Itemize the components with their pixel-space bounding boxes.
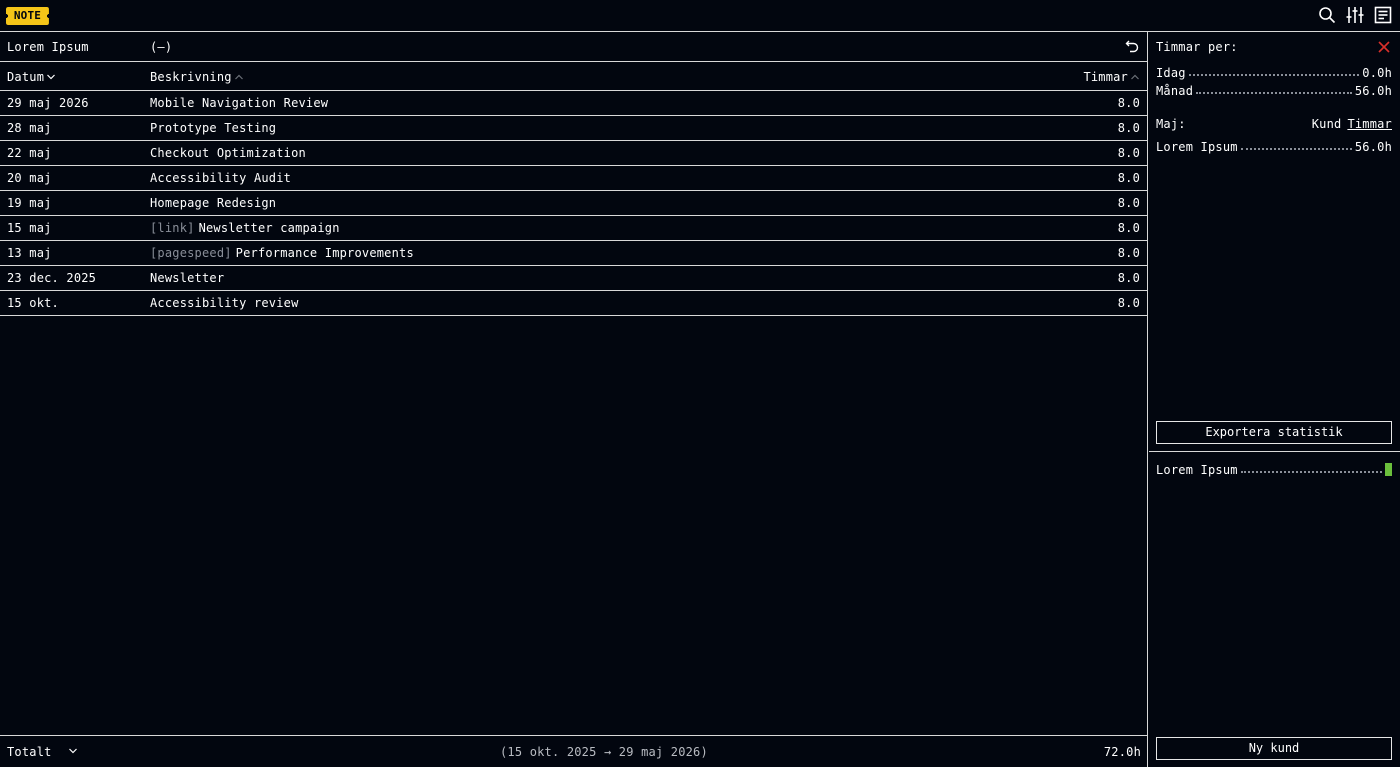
entries-panel: Lorem Ipsum (—) Datum Beskrivning Timmar… <box>0 32 1148 767</box>
table-row[interactable]: 22 maj Checkout Optimization 8.0 <box>0 141 1147 166</box>
entry-description-text: Newsletter <box>150 271 225 285</box>
stats-panel: Timmar per: Idag 0.0h Månad 56.0h Maj: K… <box>1149 32 1400 452</box>
entry-description: [pagespeed] Performance Improvements <box>150 246 414 260</box>
entry-description-text: Accessibility Audit <box>150 171 292 185</box>
top-toolbar <box>1318 6 1392 24</box>
entry-description: Accessibility review <box>150 296 299 310</box>
entry-description: Checkout Optimization <box>150 146 306 160</box>
entry-description: Prototype Testing <box>150 121 276 135</box>
export-stats-button[interactable]: Exportera statistik <box>1156 421 1392 444</box>
top-bar: NOTE <box>0 0 1400 32</box>
entry-description-text: Newsletter campaign <box>198 221 340 235</box>
date-range: (15 okt. 2025 → 29 maj 2026) <box>500 745 708 759</box>
stats-period-label: Maj: <box>1156 117 1186 131</box>
entry-hours: 8.0 <box>1117 96 1140 110</box>
entry-tag: [link] <box>150 221 195 235</box>
total-label[interactable]: Totalt <box>7 745 52 759</box>
dot-leader <box>1240 140 1352 150</box>
client-list-item[interactable]: Lorem Ipsum <box>1156 461 1392 477</box>
entry-description-text: Prototype Testing <box>150 121 277 135</box>
client-header: Lorem Ipsum (—) <box>0 32 1147 62</box>
sort-asc-icon <box>1131 74 1139 80</box>
clients-panel: Lorem Ipsum Ny kund <box>1149 452 1400 767</box>
entry-hours: 8.0 <box>1117 146 1140 160</box>
table-row[interactable]: 15 okt. Accessibility review 8.0 <box>0 291 1147 316</box>
total-hours: 72.0h <box>1103 745 1141 759</box>
close-icon[interactable] <box>1378 41 1390 53</box>
app-logo[interactable]: NOTE <box>6 7 49 25</box>
table-row[interactable]: 23 dec. 2025 Newsletter 8.0 <box>0 266 1147 291</box>
new-client-button[interactable]: Ny kund <box>1156 737 1392 760</box>
entry-date: 20 maj <box>7 171 52 185</box>
column-header-description[interactable]: Beskrivning <box>150 70 244 84</box>
client-count: (—) <box>150 40 173 54</box>
entry-date: 15 okt. <box>7 296 59 310</box>
entry-description-text: Mobile Navigation Review <box>150 96 329 110</box>
entry-description-text: Accessibility review <box>150 296 299 310</box>
sort-by-client[interactable]: Kund <box>1312 117 1342 131</box>
stats-client-value: 56.0h <box>1354 140 1392 154</box>
dot-leader <box>1196 84 1352 94</box>
sort-asc-icon <box>234 74 243 80</box>
table-row[interactable]: 15 maj [link] Newsletter campaign 8.0 <box>0 216 1147 241</box>
entry-hours: 8.0 <box>1117 296 1140 310</box>
entry-hours: 8.0 <box>1117 196 1140 210</box>
stats-month-label: Månad <box>1156 84 1194 98</box>
entries-table: 29 maj 2026 Mobile Navigation Review 8.0… <box>0 91 1147 316</box>
table-row[interactable]: 13 maj [pagespeed] Performance Improvemen… <box>0 241 1147 266</box>
column-header-date[interactable]: Datum <box>7 70 56 84</box>
stats-client-label: Lorem Ipsum <box>1156 140 1238 154</box>
stats-today-value: 0.0h <box>1362 66 1392 80</box>
entry-date: 23 dec. 2025 <box>7 271 97 285</box>
entry-description: Accessibility Audit <box>150 171 291 185</box>
entry-date: 19 maj <box>7 196 52 210</box>
undo-icon[interactable] <box>1125 39 1139 53</box>
entry-tag: [pagespeed] <box>150 246 232 260</box>
column-header-hours[interactable]: Timmar <box>1083 70 1140 84</box>
sliders-icon[interactable] <box>1346 6 1364 24</box>
stats-today-row: Idag 0.0h <box>1156 66 1392 80</box>
entry-description: Newsletter <box>150 271 224 285</box>
table-row[interactable]: 20 maj Accessibility Audit 8.0 <box>0 166 1147 191</box>
entry-hours: 8.0 <box>1117 271 1140 285</box>
client-color-swatch[interactable] <box>1385 463 1392 476</box>
entry-date: 28 maj <box>7 121 52 135</box>
totals-footer: Totalt (15 okt. 2025 → 29 maj 2026) 72.0… <box>0 735 1148 767</box>
chevron-down-icon[interactable] <box>68 746 78 756</box>
client-name[interactable]: Lorem Ipsum <box>7 40 89 54</box>
sort-desc-icon <box>47 74 56 80</box>
column-header-row: Datum Beskrivning Timmar <box>0 62 1147 91</box>
entry-hours: 8.0 <box>1117 246 1140 260</box>
entry-description: Homepage Redesign <box>150 196 276 210</box>
client-list-label: Lorem Ipsum <box>1156 463 1238 477</box>
entry-hours: 8.0 <box>1117 121 1140 135</box>
entry-description-text: Homepage Redesign <box>150 196 277 210</box>
stats-today-label: Idag <box>1156 66 1186 80</box>
dot-leader <box>1188 66 1360 76</box>
entry-date: 29 maj 2026 <box>7 96 89 110</box>
entry-description: Mobile Navigation Review <box>150 96 328 110</box>
table-row[interactable]: 29 maj 2026 Mobile Navigation Review 8.0 <box>0 91 1147 116</box>
search-icon[interactable] <box>1318 6 1336 24</box>
dot-leader <box>1240 463 1382 473</box>
stats-month-value: 56.0h <box>1354 84 1392 98</box>
entry-description: [link] Newsletter campaign <box>150 221 340 235</box>
entry-description-text: Checkout Optimization <box>150 146 306 160</box>
notes-icon[interactable] <box>1374 6 1392 24</box>
entry-date: 13 maj <box>7 246 52 260</box>
stats-title: Timmar per: <box>1156 40 1238 54</box>
stats-sort-options: Kund Timmar <box>1312 117 1392 131</box>
table-row[interactable]: 28 maj Prototype Testing 8.0 <box>0 116 1147 141</box>
entry-hours: 8.0 <box>1117 221 1140 235</box>
entry-date: 15 maj <box>7 221 52 235</box>
stats-month-row: Månad 56.0h <box>1156 84 1392 98</box>
entry-date: 22 maj <box>7 146 52 160</box>
stats-client-row: Lorem Ipsum 56.0h <box>1156 140 1392 154</box>
sort-by-hours[interactable]: Timmar <box>1347 117 1392 131</box>
entry-hours: 8.0 <box>1117 171 1140 185</box>
table-row[interactable]: 19 maj Homepage Redesign 8.0 <box>0 191 1147 216</box>
entry-description-text: Performance Improvements <box>235 246 414 260</box>
